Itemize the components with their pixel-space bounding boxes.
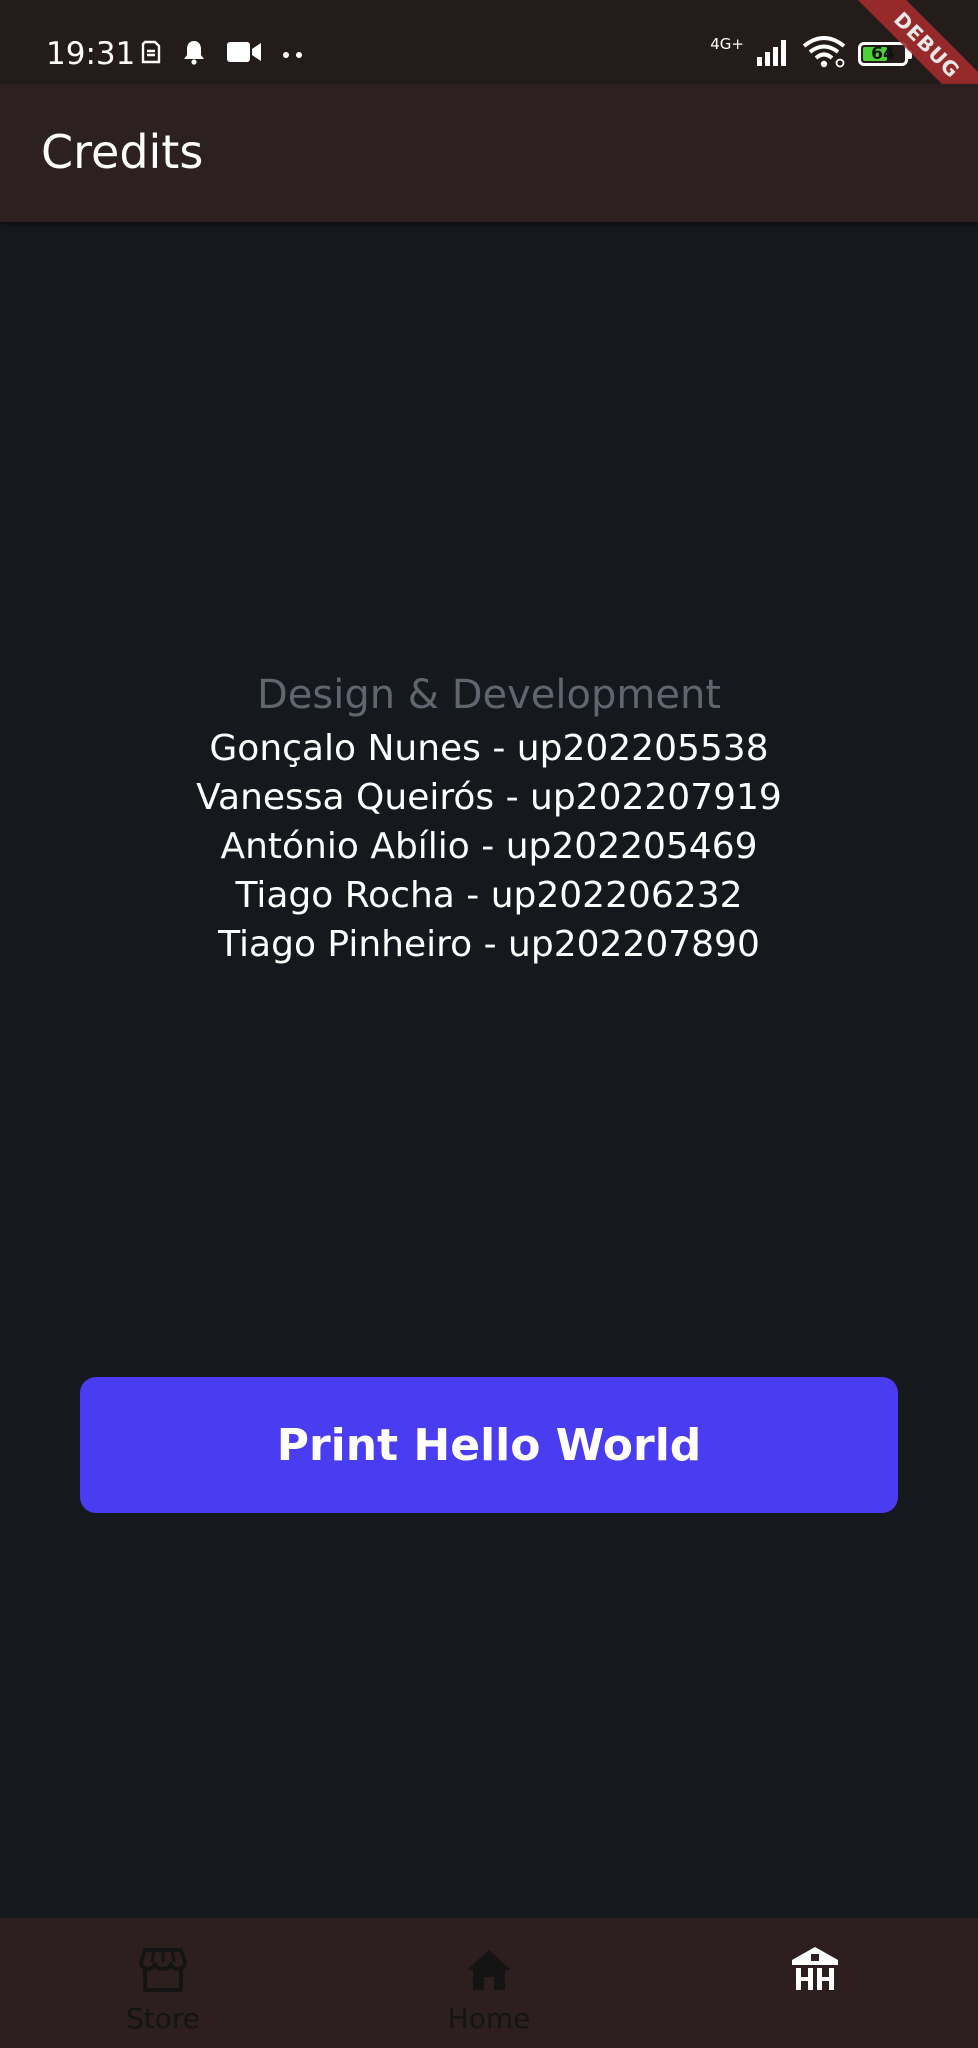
video-camera-icon: [226, 40, 262, 68]
status-icons-right: 4G+ 64: [710, 34, 912, 74]
home-icon: [463, 1944, 515, 1996]
credits-heading: Design & Development: [256, 672, 721, 718]
credit-entry: Vanessa Queirós - up202207919: [196, 777, 782, 818]
print-hello-world-button[interactable]: Print Hello World: [80, 1377, 898, 1513]
more-dots-icon: [282, 45, 304, 64]
credit-entry: Tiago Rocha - up202206232: [235, 875, 743, 916]
nav-item-university[interactable]: [652, 1918, 978, 2048]
status-icons-left: [140, 38, 304, 70]
battery-icon: 64: [858, 42, 912, 66]
page-title: Credits: [41, 125, 204, 179]
app-bar: Credits: [0, 84, 978, 222]
status-bar: 19:31 4G+ 64: [0, 0, 978, 84]
wifi-icon: [802, 36, 846, 72]
credit-entry: Gonçalo Nunes - up202205538: [209, 728, 769, 769]
sim-icon: [140, 39, 162, 69]
status-time: 19:31: [46, 36, 136, 72]
battery-level: 64: [871, 44, 895, 64]
nav-label-store: Store: [125, 2002, 200, 2035]
network-type: 4G+: [710, 35, 744, 53]
credit-entry: Tiago Pinheiro - up202207890: [218, 924, 760, 965]
nav-item-store[interactable]: Store: [0, 1918, 326, 2048]
signal-icon: [756, 37, 790, 71]
nav-label-home: Home: [447, 2002, 531, 2035]
bottom-navigation: Store Home: [0, 1918, 978, 2048]
store-icon: [137, 1944, 189, 1996]
notification-bell-icon: [182, 39, 206, 69]
university-icon: [789, 1944, 841, 1996]
credit-entry: António Abílio - up202205469: [220, 826, 758, 867]
nav-item-home[interactable]: Home: [326, 1918, 652, 2048]
credits-section: Design & Development Gonçalo Nunes - up2…: [0, 668, 978, 969]
